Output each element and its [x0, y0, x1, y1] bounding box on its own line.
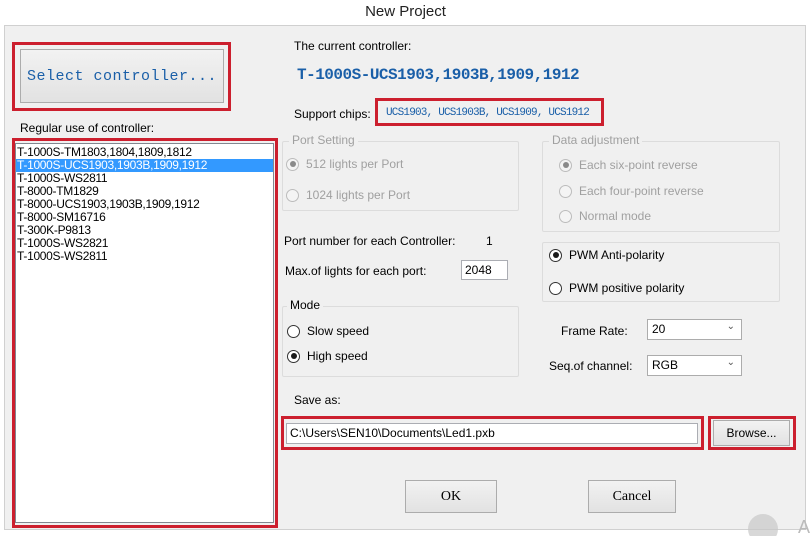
pwm-positive-polarity-label: PWM positive polarity — [569, 281, 685, 295]
pwm-positive-polarity-radio[interactable]: PWM positive polarity — [549, 281, 684, 295]
port-number-value: 1 — [486, 234, 493, 248]
data-adjustment-legend: Data adjustment — [549, 133, 643, 147]
radio-indicator — [549, 281, 562, 295]
radio-indicator — [559, 209, 572, 223]
browse-button[interactable]: Browse... — [713, 420, 790, 446]
frame-rate-value: 20 — [652, 322, 666, 336]
watermark-letter: A — [798, 517, 811, 536]
max-lights-label: Max.of lights for each port: — [285, 264, 427, 278]
radio-indicator — [287, 324, 300, 338]
support-chips-value: UCS1903, UCS1903B, UCS1909, UCS1912 — [386, 107, 590, 119]
current-controller-value: T-1000S-UCS1903,1903B,1909,1912 — [297, 66, 580, 84]
pwm-anti-polarity-radio[interactable]: PWM Anti-polarity — [549, 248, 664, 262]
radio-indicator — [286, 157, 299, 171]
watermark-icon — [748, 514, 778, 536]
cancel-button[interactable]: Cancel — [588, 480, 676, 513]
radio-indicator — [286, 188, 299, 202]
regular-use-label: Regular use of controller: — [20, 121, 155, 135]
port-1024-radio[interactable]: 1024 lights per Port — [286, 188, 410, 202]
seq-channel-label: Seq.of channel: — [549, 359, 633, 373]
radio-indicator — [559, 184, 572, 198]
six-point-reverse-label: Each six-point reverse — [579, 158, 698, 172]
radio-indicator — [549, 248, 562, 262]
save-path-input[interactable]: C:\Users\SEN10\Documents\Led1.pxb — [286, 423, 698, 444]
port-setting-legend: Port Setting — [289, 133, 358, 147]
high-speed-label: High speed — [307, 349, 368, 363]
frame-rate-select[interactable]: 20 ⌄ — [647, 319, 742, 340]
pwm-anti-polarity-label: PWM Anti-polarity — [569, 248, 665, 262]
four-point-reverse-label: Each four-point reverse — [579, 184, 704, 198]
controller-listbox[interactable]: T-1000S-TM1803,1804,1809,1812 T-1000S-UCS… — [15, 143, 274, 523]
mode-legend: Mode — [287, 298, 324, 312]
chevron-down-icon: ⌄ — [726, 357, 735, 368]
frame-rate-label: Frame Rate: — [561, 324, 628, 338]
max-lights-input[interactable]: 2048 — [461, 260, 508, 280]
four-point-reverse-radio[interactable]: Each four-point reverse — [559, 184, 704, 198]
seq-channel-value: RGB — [652, 358, 679, 372]
current-controller-label: The current controller: — [294, 39, 412, 53]
normal-mode-label: Normal mode — [579, 209, 652, 223]
normal-mode-radio[interactable]: Normal mode — [559, 209, 651, 223]
slow-speed-radio[interactable]: Slow speed — [287, 324, 369, 338]
radio-indicator — [287, 349, 300, 363]
six-point-reverse-radio[interactable]: Each six-point reverse — [559, 158, 698, 172]
port-512-label: 512 lights per Port — [306, 157, 404, 171]
port-number-label: Port number for each Controller: — [284, 234, 456, 248]
high-speed-radio[interactable]: High speed — [287, 349, 368, 363]
port-1024-label: 1024 lights per Port — [306, 188, 411, 202]
radio-indicator — [559, 158, 572, 172]
save-as-label: Save as: — [294, 393, 341, 407]
seq-channel-select[interactable]: RGB ⌄ — [647, 355, 742, 376]
support-chips-label: Support chips: — [294, 107, 371, 121]
ok-button[interactable]: OK — [405, 480, 497, 513]
slow-speed-label: Slow speed — [307, 324, 370, 338]
mode-group: Mode — [282, 298, 519, 377]
select-controller-button[interactable]: Select controller... — [20, 49, 224, 103]
chevron-down-icon: ⌄ — [726, 321, 735, 332]
window-title: New Project — [0, 0, 811, 25]
port-512-radio[interactable]: 512 lights per Port — [286, 157, 403, 171]
controller-list-item[interactable]: T-1000S-WS2811 — [16, 250, 273, 263]
